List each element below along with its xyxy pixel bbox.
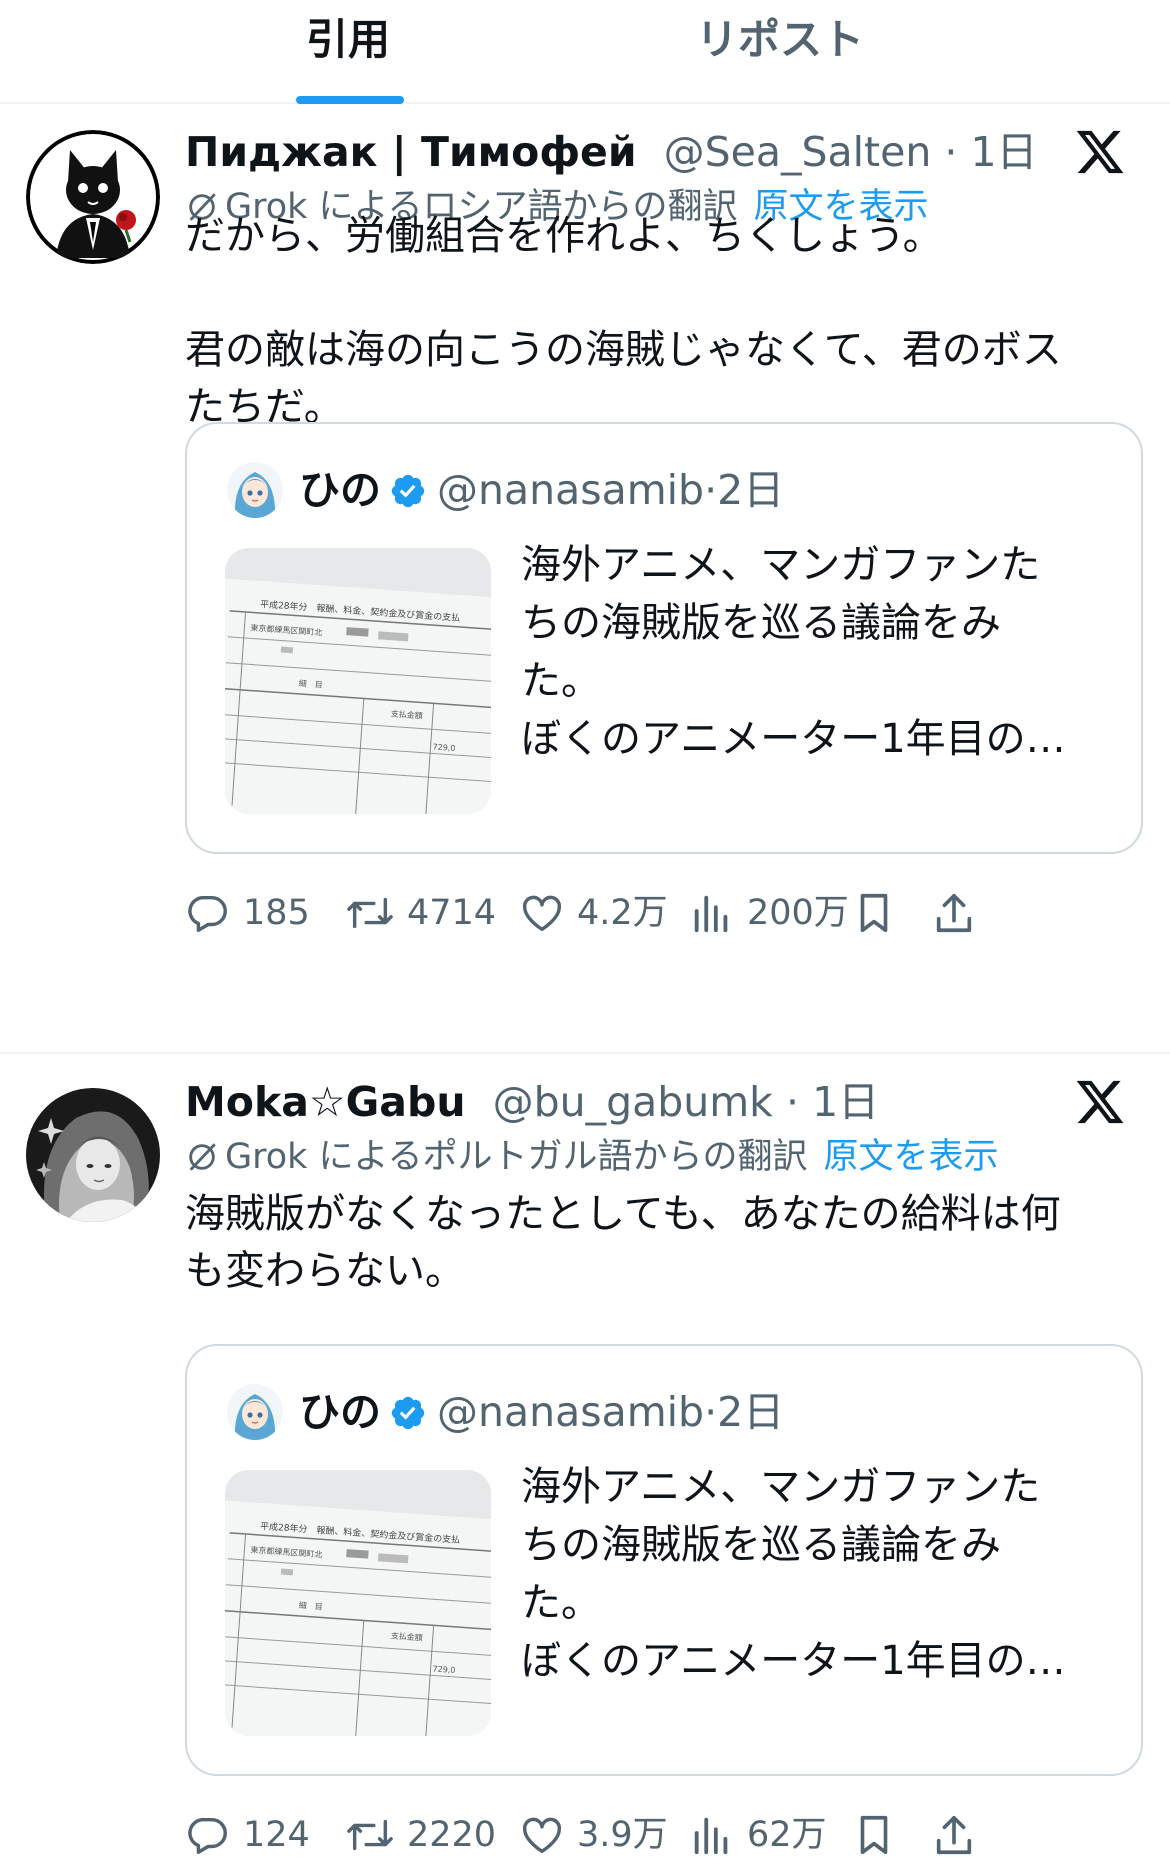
separator-dot: ·: [785, 1078, 800, 1126]
tab-quotes[interactable]: 引用: [198, 10, 498, 70]
avatar[interactable]: [26, 130, 160, 264]
share-button[interactable]: [931, 1804, 977, 1864]
quoted-author-row: ひの @nanasamib·2日: [299, 460, 784, 520]
avatar[interactable]: [26, 1088, 160, 1222]
post-time[interactable]: 1日: [812, 1078, 879, 1126]
bookmark-button[interactable]: [851, 1804, 897, 1864]
view-count: 200万: [747, 893, 849, 933]
post[interactable]: Moka☆Gabu @bu_gabumk · 1日 Grok によるポルトガル語…: [0, 1054, 1170, 1871]
post-time[interactable]: 1日: [970, 128, 1037, 176]
bookmark-icon: [860, 1815, 888, 1855]
like-button[interactable]: 3.9万: [519, 1804, 668, 1864]
separator-dot: ·: [944, 128, 958, 176]
quoted-avatar[interactable]: [227, 1384, 283, 1440]
share-icon: [936, 1815, 972, 1855]
reply-icon: [188, 895, 227, 932]
repost-count: 4714: [407, 893, 497, 933]
share-icon: [936, 893, 972, 933]
quoted-image-thumbnail[interactable]: 平成28年分 報酬、料金、契約金及び賞金の支払 東京都練馬区関町北 細 目 支払…: [225, 548, 491, 814]
reply-count: 124: [243, 1815, 310, 1855]
heart-icon: [523, 1817, 561, 1854]
tab-reposts[interactable]: リポスト: [630, 10, 930, 70]
document-line: 729,0: [432, 742, 455, 753]
reply-button[interactable]: 124: [185, 1804, 310, 1864]
analytics-icon: [694, 895, 728, 933]
like-button[interactable]: 4.2万: [519, 882, 668, 942]
repost-button[interactable]: 4714: [345, 882, 496, 942]
quoted-text: 海外アニメ、マンガファンた ちの海賊版を巡る議論をみ た。 ぼくのアニメーター1…: [521, 1464, 1066, 1684]
quoted-author-row: ひの @nanasamib·2日: [299, 1382, 784, 1442]
reply-icon: [188, 1817, 227, 1854]
post-text: 海賊版がなくなったとしても、あなたの給料は何 も変わらない。: [185, 1191, 1061, 1294]
quoted-text: 海外アニメ、マンガファンた ちの海賊版を巡る議論をみ た。 ぼくのアニメーター1…: [521, 542, 1066, 762]
illustrated-girl-avatar-icon: [26, 1088, 160, 1222]
translation-note: Grok によるポルトガル語からの翻訳: [225, 1137, 808, 1177]
tax-document-photo: 平成28年分 報酬、料金、契約金及び賞金の支払 東京都練馬区関町北 細 目 支払…: [225, 548, 491, 814]
translation-note-row: Grok によるポルトガル語からの翻訳 原文を表示: [185, 1132, 999, 1182]
quoted-time: 2日: [717, 466, 785, 514]
quoted-post-card[interactable]: ひの @nanasamib·2日 平成28年分 報酬、料金、契約金及び賞金の支払…: [185, 422, 1143, 854]
repost-button[interactable]: 2220: [345, 1804, 496, 1864]
view-count: 62万: [747, 1815, 827, 1855]
verified-badge-icon: [389, 1388, 427, 1448]
separator-dot: ·: [704, 1388, 718, 1436]
repost-icon: [347, 897, 393, 929]
black-cat-in-suit-avatar-icon: [26, 130, 160, 264]
anime-girl-avatar-icon: [227, 462, 283, 518]
like-count: 3.9万: [577, 1815, 668, 1855]
analytics-icon: [694, 1817, 728, 1855]
document-line: 細 目: [298, 1600, 323, 1612]
user-handle[interactable]: @Sea_Salten: [664, 128, 932, 176]
views-button[interactable]: 200万: [689, 882, 849, 942]
heart-icon: [523, 895, 561, 932]
user-handle[interactable]: @bu_gabumk: [493, 1078, 773, 1126]
quoted-time: 2日: [717, 1388, 785, 1436]
quoted-avatar[interactable]: [227, 462, 283, 518]
quoted-display-name: ひの: [299, 466, 381, 514]
repost-icon: [347, 1819, 393, 1851]
display-name[interactable]: Пиджак | Тимофей: [185, 128, 637, 176]
anime-girl-avatar-icon: [227, 1384, 283, 1440]
quoted-post-card[interactable]: ひの @nanasamib·2日 平成28年分 報酬、料金、契約金及び賞金の支払…: [185, 1344, 1143, 1776]
tab-bar: 引用 リポスト: [0, 0, 1170, 104]
post-actions: 185 4714 4.2万 200万: [185, 882, 1145, 942]
x-logo-icon[interactable]: [1074, 126, 1126, 178]
post[interactable]: Пиджак | Тимофей @Sea_Salten · 1日 Grok に…: [0, 104, 1170, 1050]
repost-count: 2220: [407, 1815, 497, 1855]
post-author-row: Пиджак | Тимофей @Sea_Salten · 1日: [185, 124, 1038, 180]
bookmark-icon: [860, 893, 888, 933]
post-author-row: Moka☆Gabu @bu_gabumk · 1日: [185, 1074, 879, 1130]
quoted-handle: @nanasamib: [437, 1388, 705, 1436]
quoted-handle: @nanasamib: [437, 466, 705, 514]
reply-count: 185: [243, 893, 310, 933]
display-name[interactable]: Moka☆Gabu: [185, 1078, 466, 1126]
verified-badge-icon: [389, 466, 427, 526]
x-logo-icon[interactable]: [1074, 1076, 1126, 1128]
quoted-image-thumbnail[interactable]: 平成28年分 報酬、料金、契約金及び賞金の支払 東京都練馬区関町北 細 目 支払…: [225, 1470, 491, 1736]
post-text: だから、労働組合を作れよ、ちくしょう。 君の敵は海の向こうの海賊じゃなくて、君の…: [185, 213, 1062, 430]
share-button[interactable]: [931, 882, 977, 942]
quoted-display-name: ひの: [299, 1388, 381, 1436]
like-count: 4.2万: [577, 893, 668, 933]
separator-dot: ·: [704, 466, 718, 514]
bookmark-button[interactable]: [851, 882, 897, 942]
grok-icon: [189, 1143, 216, 1171]
tax-document-photo: 平成28年分 報酬、料金、契約金及び賞金の支払 東京都練馬区関町北 細 目 支払…: [225, 1470, 491, 1736]
active-tab-indicator: [296, 96, 404, 104]
document-line: 729,0: [432, 1664, 455, 1675]
views-button[interactable]: 62万: [689, 1804, 827, 1864]
reply-button[interactable]: 185: [185, 882, 310, 942]
show-original-link[interactable]: 原文を表示: [824, 1137, 999, 1177]
document-line: 細 目: [298, 678, 323, 690]
post-actions: 124 2220 3.9万 62万: [185, 1804, 1145, 1864]
